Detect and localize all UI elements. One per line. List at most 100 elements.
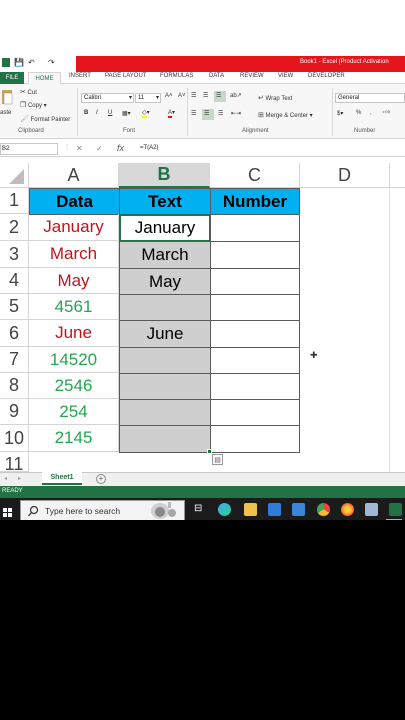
cell-a7[interactable]: 14520 [29, 347, 119, 373]
cell-b7[interactable] [119, 347, 211, 374]
font-name-select[interactable]: Calibri ▾ [81, 93, 134, 103]
cell-a2[interactable]: January [29, 214, 119, 241]
row-header[interactable]: 7 [0, 347, 29, 373]
chrome-icon[interactable] [317, 503, 330, 516]
cell-c10[interactable] [210, 425, 300, 453]
cell-a3[interactable]: March [29, 241, 119, 268]
enter-icon[interactable]: ✓ [96, 144, 103, 153]
column-header-d[interactable]: D [300, 163, 390, 188]
name-box[interactable]: B2 [0, 143, 58, 155]
scroll-left-icon[interactable]: ◂ [4, 475, 7, 482]
bold-button[interactable]: B [84, 110, 88, 116]
row-header[interactable]: 4 [0, 268, 29, 294]
add-sheet-icon[interactable]: + [96, 474, 106, 484]
select-all-button[interactable] [0, 163, 29, 188]
cell-c2[interactable] [210, 214, 300, 242]
row-header[interactable]: 3 [0, 241, 29, 268]
edge-browser-icon[interactable] [218, 503, 231, 516]
cancel-icon[interactable]: ✕ [76, 144, 83, 153]
column-header-b[interactable]: B [119, 163, 210, 188]
column-header-c[interactable]: C [210, 163, 300, 188]
align-center-icon[interactable]: ☰ [202, 109, 214, 120]
row-header[interactable]: 8 [0, 373, 29, 399]
row-header[interactable]: 1 [0, 188, 29, 214]
store-icon[interactable] [268, 503, 281, 516]
task-view-icon[interactable]: ⊟ [194, 503, 202, 514]
cell-b6[interactable]: June [119, 320, 211, 348]
redo-icon[interactable]: ↷ [48, 58, 55, 67]
font-color-icon[interactable]: A▾ [168, 109, 175, 118]
insert-function-icon[interactable]: fx [117, 143, 124, 153]
row-header[interactable]: 2 [0, 214, 29, 241]
formula-input[interactable]: =T(A2) [140, 143, 159, 153]
underline-button[interactable]: U [108, 110, 112, 116]
accounting-icon[interactable]: $▾ [337, 110, 343, 117]
mail-icon[interactable] [292, 503, 305, 516]
cell-b5[interactable] [119, 294, 211, 321]
cell-c7[interactable] [210, 347, 300, 374]
align-top-icon[interactable]: ☰ [191, 92, 196, 99]
cell-b8[interactable] [119, 373, 211, 400]
tab-review[interactable]: REVIEW [240, 73, 264, 79]
firefox-icon[interactable] [341, 503, 354, 516]
decimal-icon[interactable]: ⁺⁰⁰ [382, 110, 390, 117]
cell-c4[interactable] [210, 268, 300, 295]
auto-fill-options-icon[interactable]: ▤ [212, 454, 223, 465]
sheet-tab-sheet1[interactable]: Sheet1 [42, 472, 82, 485]
cell-b4[interactable]: May [119, 268, 211, 295]
copy-button[interactable]: ❐ Copy ▾ [20, 101, 47, 109]
cell-b3[interactable]: March [119, 241, 211, 269]
taskbar-search-input[interactable]: Type here to search [45, 506, 120, 516]
orientation-icon[interactable]: ab↗ [230, 92, 242, 99]
cell-c8[interactable] [210, 373, 300, 400]
wrap-text-button[interactable]: ↵ Wrap Text [258, 94, 292, 102]
scroll-right-icon[interactable]: ▸ [18, 475, 21, 482]
cell-a5[interactable]: 4561 [29, 294, 119, 320]
tab-insert[interactable]: INSERT [69, 73, 91, 79]
number-format-select[interactable]: General [335, 93, 405, 103]
align-bottom-icon[interactable]: ☰ [214, 91, 226, 102]
font-size-select[interactable]: 11 ▾ [135, 93, 161, 103]
paste-label[interactable]: aste [0, 110, 11, 116]
decrease-font-icon[interactable]: A˅ [178, 93, 186, 99]
align-left-icon[interactable]: ☰ [191, 110, 196, 117]
fill-color-icon[interactable]: ◇▾ [142, 109, 150, 118]
file-explorer-icon[interactable] [244, 503, 257, 516]
column-header-a[interactable]: A [29, 163, 119, 188]
excel-taskbar-icon[interactable] [389, 503, 402, 516]
header-cell-text[interactable]: Text [119, 188, 211, 215]
column-d-cells[interactable] [300, 188, 390, 472]
row-header[interactable]: 11 [0, 452, 29, 474]
cell-a4[interactable]: May [29, 268, 119, 294]
cell-a6[interactable]: June [29, 320, 119, 347]
tab-view[interactable]: VIEW [278, 73, 293, 79]
header-cell-number[interactable]: Number [210, 188, 300, 215]
italic-button[interactable]: I [96, 110, 98, 116]
align-right-icon[interactable]: ☰ [218, 110, 223, 117]
save-icon[interactable]: 💾 [14, 58, 24, 67]
tab-formulas[interactable]: FORMULAS [160, 73, 193, 79]
cell-b2[interactable]: January [119, 214, 211, 242]
app-icon[interactable] [365, 503, 378, 516]
cell-a9[interactable]: 254 [29, 399, 119, 425]
align-middle-icon[interactable]: ☰ [203, 92, 208, 99]
cell-c6[interactable] [210, 320, 300, 348]
tab-data[interactable]: DATA [209, 73, 224, 79]
row-header[interactable]: 9 [0, 399, 29, 425]
format-painter-button[interactable]: 🖌 Format Painter [20, 115, 70, 123]
tab-developer[interactable]: DEVELOPER [308, 73, 345, 79]
cell-a8[interactable]: 2546 [29, 373, 119, 399]
cell-c5[interactable] [210, 294, 300, 321]
row-header[interactable]: 5 [0, 294, 29, 320]
indent-icon[interactable]: ⇤⇥ [231, 110, 241, 117]
cell-a10[interactable]: 2145 [29, 425, 119, 452]
increase-font-icon[interactable]: A˄ [165, 93, 173, 99]
cell-b9[interactable] [119, 399, 211, 426]
row-header[interactable]: 6 [0, 320, 29, 347]
cell-c3[interactable] [210, 241, 300, 269]
merge-center-button[interactable]: ⊞ Merge & Center ▾ [258, 111, 313, 119]
column-header-e[interactable] [390, 163, 405, 188]
tab-file[interactable]: FILE [0, 72, 24, 84]
cut-button[interactable]: ✂ Cut [20, 88, 37, 96]
windows-start-icon[interactable] [3, 505, 13, 520]
